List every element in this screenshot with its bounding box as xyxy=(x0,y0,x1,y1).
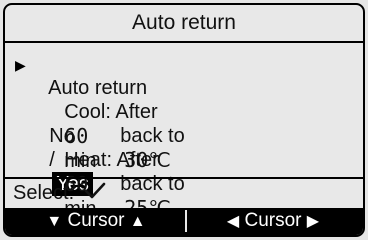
softkey-right-label: Cursor xyxy=(244,210,302,231)
softkey-left-label: Cursor xyxy=(67,210,125,231)
cursor-up-down-softkey[interactable]: ▼ Cursor ▲ xyxy=(9,210,183,232)
select-row: Select: xyxy=(13,181,106,206)
divider xyxy=(5,177,363,179)
triangle-right-icon: ▶ xyxy=(306,213,320,230)
select-label: Select: xyxy=(13,182,75,204)
remote-controller-screen: Auto return ▶ Auto return No / Yes Cool:… xyxy=(3,3,365,237)
page-title: Auto return xyxy=(5,5,363,43)
cursor-left-right-softkey[interactable]: ◀ Cursor ▶ xyxy=(189,210,357,232)
check-icon xyxy=(84,182,106,206)
triangle-up-icon: ▲ xyxy=(129,213,146,230)
triangle-down-icon: ▼ xyxy=(46,213,63,230)
softkey-separator xyxy=(185,210,187,232)
triangle-left-icon: ◀ xyxy=(226,213,240,230)
selection-cursor-icon: ▶ xyxy=(15,57,26,73)
